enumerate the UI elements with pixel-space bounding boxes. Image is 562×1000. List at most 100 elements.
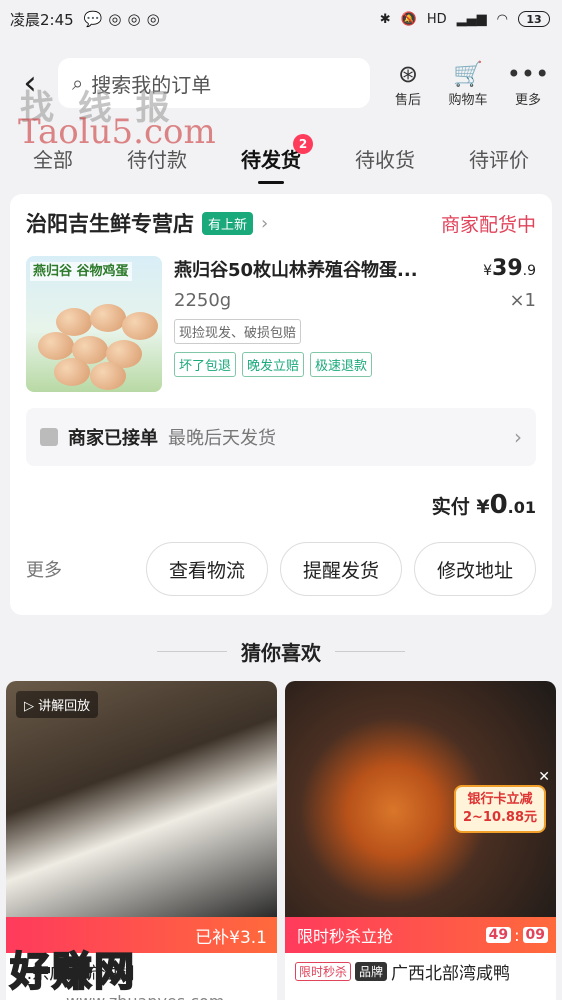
view-logistics-button[interactable]: 查看物流	[146, 542, 268, 596]
more-dots-icon: •••	[506, 59, 550, 88]
cart-icon: 🛒	[453, 59, 483, 88]
tab-badge: 2	[293, 134, 313, 154]
guarantee-tag: 极速退款	[310, 352, 373, 377]
price-integer: 39	[492, 256, 523, 281]
paid-symbol: ¥	[476, 496, 490, 518]
store-new-tag: 有上新	[202, 211, 254, 235]
store-row: 治阳吉生鲜专营店 有上新 › 商家配货中	[26, 208, 536, 238]
recommend-image[interactable]: ▷ 讲解回放	[6, 681, 277, 917]
replay-badge: ▷ 讲解回放	[16, 691, 99, 718]
paid-label: 实付	[431, 496, 470, 518]
spec-row: 2250g ×1	[174, 290, 536, 311]
signal-icon: ▂▄▆	[456, 11, 487, 27]
chevron-right-icon: ›	[514, 425, 522, 449]
notification-icons: 💬 ◎ ◎ ◎	[84, 10, 160, 28]
status-left: 凌晨2:45 💬 ◎ ◎ ◎	[10, 9, 160, 30]
bluetooth-icon: ✱	[379, 11, 391, 27]
notice-detail: 最晚后天发货	[168, 428, 276, 449]
flash-sale-strip: 限时秒杀立抢 49:09	[285, 917, 556, 953]
recommend-image[interactable]: ✕ 银行卡立减 2~10.88元	[285, 681, 556, 917]
bank-line2: 2~10.88元	[462, 810, 538, 825]
wechat-icon: ◎	[108, 10, 122, 28]
tab-pending-review-label: 待评价	[469, 147, 529, 172]
guarantee-tag: 坏了包退	[174, 352, 237, 377]
price-decimal: .9	[522, 263, 536, 279]
egg-shape	[38, 332, 74, 360]
wifi-icon: ◠	[496, 11, 508, 27]
guarantee-tags: 坏了包退 晚发立赔 极速退款	[174, 352, 536, 377]
status-bar: 凌晨2:45 💬 ◎ ◎ ◎ ✱ 🔕 HD ▂▄▆ ◠ 13	[0, 0, 562, 38]
battery-icon: 13	[518, 11, 550, 27]
product-item[interactable]: 燕归谷 谷物鸡蛋 燕归谷50枚山林养殖谷物蛋... ¥39.9 2250g ×1…	[26, 256, 536, 392]
notice-title: 商家已接单	[68, 428, 158, 449]
product-price: ¥39.9	[483, 256, 536, 281]
watermark-logo: 好赚网	[9, 947, 136, 996]
modify-address-button[interactable]: 修改地址	[414, 542, 536, 596]
tab-all[interactable]: 全部	[33, 128, 73, 188]
countdown-seconds: 09	[522, 927, 548, 943]
status-right: ✱ 🔕 HD ▂▄▆ ◠ 13	[380, 11, 550, 27]
cart-button[interactable]: 🛒 购物车	[446, 59, 490, 108]
tab-pending-review[interactable]: 待评价	[469, 128, 529, 188]
more-button[interactable]: ••• 更多	[506, 59, 550, 108]
recommend-heading: 猜你喜欢	[241, 640, 321, 665]
order-tabs: Taolu5.com 全部 待付款 待发货 2 待收货 待评价	[0, 112, 562, 188]
after-sales-label: 售后	[394, 92, 421, 108]
message-icon: 💬	[83, 10, 103, 28]
hd-label: HD	[426, 11, 447, 27]
product-name: 燕归谷50枚山林养殖谷物蛋...	[174, 260, 418, 281]
egg-shape	[122, 312, 158, 340]
wechat-icon: ◎	[127, 10, 141, 28]
tab-pending-shipment-label: 待发货	[241, 147, 301, 172]
tab-pending-receipt[interactable]: 待收货	[355, 128, 415, 188]
divider	[157, 650, 227, 652]
recommend-card[interactable]: ▷ 讲解回放 已补¥3.1 ...宗广西流油翻 好赚网 www.zhuanyes…	[6, 681, 277, 1000]
service-tag: 现捡现发、破损包赔	[174, 319, 302, 344]
status-time: 凌晨2:45	[10, 10, 74, 29]
more-label: 更多	[514, 92, 541, 108]
after-sales-button[interactable]: ⊛ 售后	[386, 59, 430, 108]
recommend-grid: ▷ 讲解回放 已补¥3.1 ...宗广西流油翻 好赚网 www.zhuanyes…	[0, 681, 562, 1000]
flash-sale-text: 限时秒杀立抢	[297, 927, 394, 946]
recommend-heading-row: 猜你喜欢	[0, 621, 562, 681]
wechat-icon: ◎	[146, 10, 160, 28]
bank-line1: 银行卡立减	[467, 792, 533, 807]
replay-label: 讲解回放	[38, 699, 91, 714]
store-name: 治阳吉生鲜专营店	[26, 212, 194, 236]
bank-discount-badge[interactable]: 银行卡立减 2~10.88元	[454, 785, 546, 833]
tab-pending-shipment[interactable]: 待发货 2	[241, 128, 313, 188]
product-name-row: 燕归谷50枚山林养殖谷物蛋... ¥39.9	[174, 256, 536, 282]
egg-shape	[90, 304, 126, 332]
cart-label: 购物车	[448, 92, 488, 108]
package-icon	[40, 428, 58, 446]
countdown-minutes: 49	[485, 927, 512, 943]
watermark-url: www.zhuanyes.com	[66, 992, 224, 1000]
chevron-right-icon: ›	[261, 212, 269, 234]
recommend-card[interactable]: ✕ 银行卡立减 2~10.88元 限时秒杀立抢 49:09 限时秒杀 品牌 广西…	[285, 681, 556, 1000]
close-icon[interactable]: ✕	[538, 769, 550, 785]
yen-refund-icon: ⊛	[397, 59, 419, 88]
divider	[335, 650, 405, 652]
brand-pill: 品牌	[355, 962, 388, 981]
product-info: 燕归谷50枚山林养殖谷物蛋... ¥39.9 2250g ×1 现捡现发、破损包…	[174, 256, 536, 392]
countdown: 49:09	[485, 926, 548, 945]
egg-shape	[90, 362, 126, 390]
paid-integer: 0	[489, 490, 508, 520]
thumbnail-label: 燕归谷 谷物鸡蛋	[30, 262, 132, 281]
mute-icon: 🔕	[400, 11, 417, 27]
store-link[interactable]: 治阳吉生鲜专营店 有上新 ›	[26, 208, 268, 238]
more-link[interactable]: 更多	[26, 556, 62, 582]
shipping-notice[interactable]: 商家已接单 最晚后天发货 ›	[26, 408, 536, 466]
tab-pending-payment[interactable]: 待付款	[127, 128, 187, 188]
tab-all-label: 全部	[33, 147, 73, 172]
paid-amount: 实付 ¥0.01	[26, 490, 536, 520]
top-actions: ⊛ 售后 🛒 购物车 ••• 更多	[386, 59, 550, 108]
paid-decimal: .01	[507, 498, 536, 517]
remind-shipment-button[interactable]: 提醒发货	[280, 542, 402, 596]
flash-sale-pill: 限时秒杀	[295, 962, 352, 981]
tab-pending-receipt-label: 待收货	[355, 147, 415, 172]
product-thumbnail[interactable]: 燕归谷 谷物鸡蛋	[26, 256, 162, 392]
recommend-title-row: 限时秒杀 品牌 广西北部湾咸鸭	[285, 953, 556, 984]
tab-pending-payment-label: 待付款	[127, 147, 187, 172]
product-quantity: ×1	[509, 290, 536, 311]
